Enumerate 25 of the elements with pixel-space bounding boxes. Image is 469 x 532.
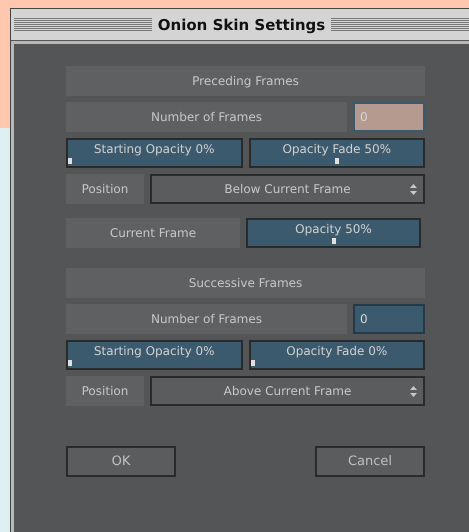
number-of-frames-label: Number of Frames: [66, 304, 347, 334]
ok-button[interactable]: OK: [66, 446, 176, 477]
opacity-slider[interactable]: Opacity 50%: [246, 218, 421, 248]
slider-thumb[interactable]: [68, 360, 72, 366]
slider-thumb[interactable]: [250, 360, 254, 366]
section-header: Successive Frames: [66, 268, 425, 298]
number-of-frames-label: Number of Frames: [66, 102, 347, 132]
opacity-slider[interactable]: Opacity Fade 0%: [248, 340, 425, 370]
stepper-arrows-icon: [410, 386, 417, 397]
opacity-slider[interactable]: Starting Opacity 0%: [66, 340, 242, 370]
position-dropdown[interactable]: Above Current Frame: [150, 376, 425, 406]
opacity-slider[interactable]: Starting Opacity 0%: [66, 138, 242, 168]
window-title: Onion Skin Settings: [158, 16, 326, 34]
stepper-arrows-icon: [410, 184, 417, 195]
number-field[interactable]: 0: [353, 304, 425, 334]
slider-thumb[interactable]: [334, 158, 339, 164]
section-header: Preceding Frames: [66, 66, 425, 96]
position-dropdown[interactable]: Below Current Frame: [150, 174, 425, 204]
position-label: Position: [66, 174, 144, 204]
slider-thumb[interactable]: [68, 158, 72, 164]
cancel-button[interactable]: Cancel: [315, 446, 425, 477]
position-label: Position: [66, 376, 144, 406]
opacity-slider[interactable]: Opacity Fade 50%: [248, 138, 425, 168]
slider-thumb[interactable]: [332, 238, 336, 244]
current-frame-label: Current Frame: [66, 218, 240, 248]
